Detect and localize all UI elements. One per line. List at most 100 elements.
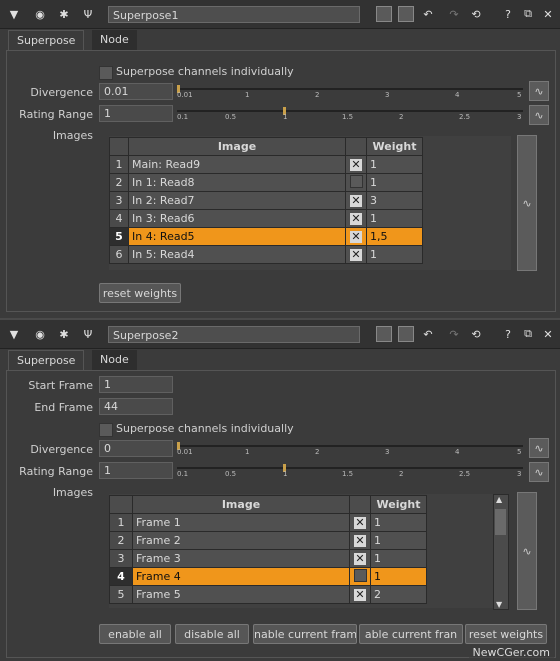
table-row[interactable]: 3 In 2: Read7 ✕ 3: [109, 191, 423, 210]
rating-range-slider[interactable]: 0.1 0.5 1 1.5 2 2.5 3: [177, 464, 523, 478]
image-column-header[interactable]: Image: [128, 137, 346, 156]
table-row[interactable]: 4 In 3: Read6 ✕ 1: [109, 209, 423, 228]
table-row[interactable]: 1 Frame 1 ✕ 1: [109, 513, 427, 532]
image-cell[interactable]: Frame 2: [132, 531, 350, 550]
reset-weights-button[interactable]: reset weights: [465, 624, 547, 644]
node-name-field[interactable]: Superpose2: [108, 326, 360, 343]
reset-weights-button[interactable]: reset weights: [99, 283, 181, 303]
image-cell[interactable]: Main: Read9: [128, 155, 346, 174]
images-table[interactable]: Image Weight 1 Main: Read9 ✕ 1 2 In 1: Read8…: [109, 137, 423, 264]
image-cell[interactable]: In 5: Read4: [128, 245, 346, 264]
image-cell[interactable]: Frame 5: [132, 585, 350, 604]
enabled-cell[interactable]: ✕: [345, 227, 367, 246]
checked-icon[interactable]: ✕: [350, 195, 362, 207]
enable-all-button[interactable]: enable all: [99, 624, 171, 644]
tab-node[interactable]: Node: [92, 30, 137, 50]
enabled-cell[interactable]: ✕: [349, 585, 371, 604]
channels-checkbox[interactable]: [99, 66, 113, 80]
revert-icon[interactable]: ⟲: [468, 326, 484, 342]
checked-icon[interactable]: ✕: [350, 231, 362, 243]
checked-icon[interactable]: ✕: [350, 249, 362, 261]
undo-icon[interactable]: ↶: [420, 326, 436, 342]
table-row[interactable]: 6 In 5: Read4 ✕ 1: [109, 245, 423, 264]
table-row[interactable]: 3 Frame 3 ✕ 1: [109, 549, 427, 568]
images-animation-icon[interactable]: ∿: [517, 492, 537, 610]
end-frame-input[interactable]: 44: [99, 398, 173, 415]
image-cell[interactable]: Frame 3: [132, 549, 350, 568]
rating-animation-icon[interactable]: ∿: [529, 105, 549, 125]
enabled-cell[interactable]: ✕: [345, 245, 367, 264]
enable-current-frame-button[interactable]: nable current fram: [253, 624, 357, 644]
weight-cell[interactable]: 1: [370, 513, 427, 532]
close-icon[interactable]: ✕: [540, 6, 556, 22]
enabled-cell[interactable]: ✕: [349, 549, 371, 568]
color-swatch-2-icon[interactable]: [398, 326, 414, 342]
channels-checkbox[interactable]: [99, 423, 113, 437]
rating-range-input[interactable]: 1: [99, 462, 173, 479]
checked-icon[interactable]: ✕: [350, 213, 362, 225]
checked-icon[interactable]: ✕: [354, 553, 366, 565]
rating-range-slider[interactable]: 0.1 0.5 1 1.5 2 2.5 3: [177, 107, 523, 121]
node-name-field[interactable]: Superpose1: [108, 6, 360, 23]
tab-node[interactable]: Node: [92, 350, 137, 370]
table-row[interactable]: 2 In 1: Read8 1: [109, 173, 423, 192]
color-swatch-icon[interactable]: [376, 6, 392, 22]
enabled-cell[interactable]: [345, 173, 367, 192]
weight-cell[interactable]: 1: [370, 567, 427, 586]
weight-cell[interactable]: 3: [366, 191, 423, 210]
image-cell[interactable]: In 1: Read8: [128, 173, 346, 192]
divergence-animation-icon[interactable]: ∿: [529, 81, 549, 101]
collapse-arrow-icon[interactable]: ▼: [6, 6, 22, 22]
color-swatch-icon[interactable]: [376, 326, 392, 342]
undo-icon[interactable]: ↶: [420, 6, 436, 22]
image-cell[interactable]: Frame 4: [132, 567, 350, 586]
checked-icon[interactable]: ✕: [350, 159, 362, 171]
weight-cell[interactable]: 1: [366, 245, 423, 264]
float-icon[interactable]: ⧉: [520, 6, 536, 22]
table-row[interactable]: 2 Frame 2 ✕ 1: [109, 531, 427, 550]
checked-icon[interactable]: ✕: [354, 517, 366, 529]
scroll-down-icon[interactable]: ▼: [496, 600, 502, 609]
weight-cell[interactable]: 1,5: [366, 227, 423, 246]
image-cell[interactable]: Frame 1: [132, 513, 350, 532]
images-animation-icon[interactable]: ∿: [517, 135, 537, 271]
float-icon[interactable]: ⧉: [520, 326, 536, 342]
weight-column-header[interactable]: Weight: [366, 137, 423, 156]
images-table[interactable]: Image Weight 1 Frame 1 ✕ 1 2 Frame 2 ✕ 1 3 Fram…: [109, 495, 427, 604]
close-icon[interactable]: ✕: [540, 326, 556, 342]
divergence-slider[interactable]: 0.01 1 2 3 4 5: [177, 442, 523, 456]
weight-cell[interactable]: 1: [366, 173, 423, 192]
node-center-icon[interactable]: ◉: [32, 326, 48, 342]
divergence-slider[interactable]: 0.01 1 2 3 4 5: [177, 85, 523, 99]
tab-superpose[interactable]: Superpose: [8, 350, 85, 371]
table-row-selected[interactable]: 4 Frame 4 1: [109, 567, 427, 586]
weight-column-header[interactable]: Weight: [370, 495, 427, 514]
rating-range-input[interactable]: 1: [99, 105, 173, 122]
scroll-up-icon[interactable]: ▲: [496, 495, 502, 504]
image-cell[interactable]: In 4: Read5: [128, 227, 346, 246]
scroll-thumb[interactable]: [495, 509, 506, 535]
tab-superpose[interactable]: Superpose: [8, 30, 85, 51]
enabled-cell[interactable]: ✕: [349, 531, 371, 550]
weight-cell[interactable]: 1: [366, 155, 423, 174]
redo-icon[interactable]: ↷: [446, 6, 462, 22]
enabled-cell[interactable]: ✕: [345, 191, 367, 210]
enabled-cell[interactable]: ✕: [345, 155, 367, 174]
rating-animation-icon[interactable]: ∿: [529, 462, 549, 482]
weight-cell[interactable]: 2: [370, 585, 427, 604]
unchecked-icon[interactable]: [349, 174, 363, 188]
table-scrollbar[interactable]: ▲ ▼: [493, 494, 509, 610]
help-icon[interactable]: ?: [500, 6, 516, 22]
table-row[interactable]: 1 Main: Read9 ✕ 1: [109, 155, 423, 174]
start-frame-input[interactable]: 1: [99, 376, 173, 393]
color-swatch-2-icon[interactable]: [398, 6, 414, 22]
divergence-animation-icon[interactable]: ∿: [529, 438, 549, 458]
wrench-icon[interactable]: Ψ: [80, 326, 96, 342]
image-cell[interactable]: In 2: Read7: [128, 191, 346, 210]
checked-icon[interactable]: ✕: [354, 535, 366, 547]
unchecked-icon[interactable]: [353, 568, 367, 582]
revert-icon[interactable]: ⟲: [468, 6, 484, 22]
node-pin-icon[interactable]: ✱: [56, 6, 72, 22]
table-row-selected[interactable]: 5 In 4: Read5 ✕ 1,5: [109, 227, 423, 246]
node-pin-icon[interactable]: ✱: [56, 326, 72, 342]
